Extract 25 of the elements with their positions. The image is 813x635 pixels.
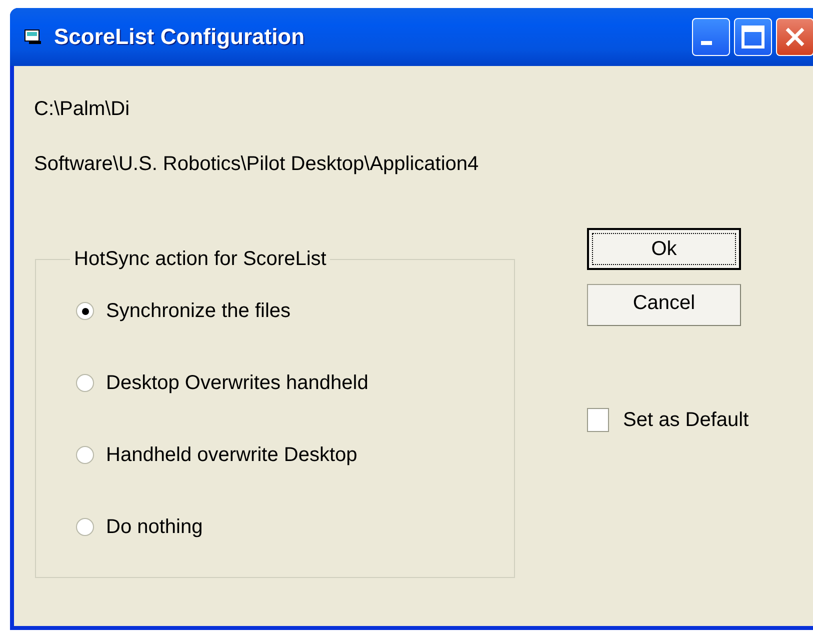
window-title: ScoreList Configuration bbox=[54, 24, 305, 50]
minimize-button[interactable] bbox=[692, 18, 730, 56]
radio-option[interactable]: Do nothing bbox=[76, 515, 514, 539]
radio-button[interactable] bbox=[76, 446, 94, 464]
path-label: C:\Palm\Di bbox=[34, 98, 131, 121]
cancel-button[interactable]: Cancel bbox=[587, 284, 741, 326]
checkbox-label: Set as Default bbox=[623, 408, 749, 432]
minimize-icon bbox=[701, 41, 712, 45]
option-label: Desktop Overwrites handheld bbox=[106, 372, 368, 394]
radio-button[interactable] bbox=[76, 374, 94, 392]
close-button[interactable] bbox=[776, 18, 813, 56]
maximize-button[interactable] bbox=[734, 18, 772, 56]
radio-option[interactable]: Synchronize the files bbox=[76, 299, 514, 323]
option-label: Handheld overwrite Desktop bbox=[106, 444, 358, 466]
radio-option[interactable]: Desktop Overwrites handheld bbox=[76, 371, 514, 395]
option-label: Synchronize the files bbox=[106, 300, 291, 322]
radio-button[interactable] bbox=[76, 518, 94, 536]
radio-option[interactable]: Handheld overwrite Desktop bbox=[76, 443, 514, 467]
option-label: Do nothing bbox=[106, 516, 203, 538]
registry-label: Software\U.S. Robotics\Pilot Desktop\Application4 bbox=[34, 153, 480, 176]
ok-button[interactable]: Ok bbox=[587, 228, 741, 270]
checkbox[interactable] bbox=[587, 408, 609, 432]
radio-button[interactable] bbox=[76, 302, 94, 320]
group-title: HotSync action for ScoreList bbox=[73, 248, 328, 271]
window-icon bbox=[24, 28, 44, 46]
